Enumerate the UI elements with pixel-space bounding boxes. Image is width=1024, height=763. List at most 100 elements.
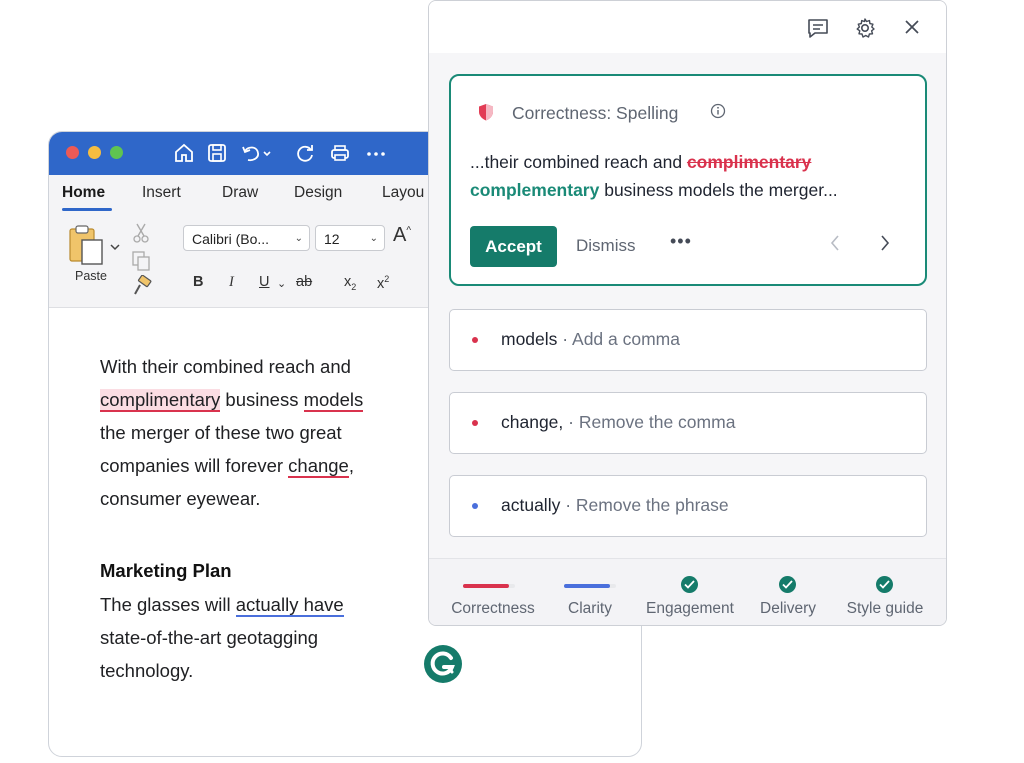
font-name-select[interactable]: Calibri (Bo... ⌄: [183, 225, 310, 251]
metric-style-guide[interactable]: Style guide: [835, 559, 935, 625]
format-painter-icon[interactable]: [131, 274, 153, 302]
suggestion-word: actually: [501, 495, 561, 515]
wrong-word: complimentary: [686, 152, 812, 172]
metric-label: Delivery: [760, 600, 816, 617]
suggestion-card[interactable]: models · Add a comma: [449, 309, 927, 371]
doc-line: complimentary business models: [100, 383, 420, 416]
severity-dot: [472, 337, 478, 343]
more-options-button[interactable]: •••: [670, 231, 692, 252]
doc-line: consumer eyewear.: [100, 488, 261, 509]
more-actions-icon[interactable]: [365, 142, 387, 164]
font-size-value: 12: [324, 231, 340, 247]
tab-draw[interactable]: Draw: [222, 184, 258, 202]
zoom-window-button[interactable]: [110, 146, 123, 159]
suggestion-summary: change, · Remove the comma: [501, 412, 735, 433]
bold-button[interactable]: B: [193, 274, 203, 290]
suggestion-word: change,: [501, 412, 564, 432]
dismiss-button[interactable]: Dismiss: [576, 236, 636, 256]
gear-icon[interactable]: [854, 17, 876, 44]
context-text: ...their combined reach and: [470, 152, 687, 172]
subscript-button[interactable]: x2: [344, 274, 356, 292]
grammarly-logo-icon[interactable]: [424, 645, 462, 683]
punctuation-error-underline[interactable]: change: [288, 455, 349, 478]
tab-home[interactable]: Home: [62, 184, 105, 202]
doc-text-run: companies will forever: [100, 455, 289, 476]
strikethrough-button[interactable]: ab: [296, 274, 312, 290]
metric-label: Style guide: [846, 600, 924, 617]
severity-dot: [472, 420, 478, 426]
print-icon[interactable]: [329, 142, 351, 164]
tab-insert[interactable]: Insert: [142, 184, 181, 202]
chevron-down-icon[interactable]: ⌄: [277, 277, 286, 290]
doc-line: the merger of these two great: [100, 422, 342, 443]
chevron-left-icon[interactable]: [829, 234, 841, 257]
minimize-window-button[interactable]: [88, 146, 101, 159]
tab-layout[interactable]: Layou: [382, 184, 424, 202]
suggestion-category: Correctness: Spelling: [512, 103, 679, 123]
corrected-word[interactable]: complementary: [470, 180, 599, 200]
suggestion-action: Remove the phrase: [575, 495, 729, 515]
cut-icon[interactable]: [133, 222, 149, 249]
metric-label: Correctness: [451, 600, 535, 617]
metric-engagement[interactable]: Engagement: [640, 559, 740, 625]
font-name-value: Calibri (Bo...: [192, 231, 270, 247]
close-icon[interactable]: [904, 19, 920, 40]
doc-text-run: The glasses will: [100, 594, 236, 615]
accept-button[interactable]: Accept: [470, 226, 557, 267]
suggestion-action: Remove the comma: [578, 412, 736, 432]
tab-design[interactable]: Design: [294, 184, 342, 202]
spelling-error-highlight[interactable]: complimentary: [100, 389, 221, 412]
paste-icon[interactable]: [67, 223, 125, 273]
suggestion-context-line: ...their combined reach and complimentar…: [470, 152, 811, 173]
chevron-down-icon: ⌄: [294, 233, 303, 244]
suggestion-summary: actually · Remove the phrase: [501, 495, 729, 516]
paste-label: Paste: [75, 269, 107, 283]
document-paragraph-1[interactable]: With their combined reach and compliment…: [100, 350, 420, 515]
save-icon[interactable]: [206, 142, 228, 164]
clarity-issue-underline[interactable]: actually have: [235, 594, 344, 617]
context-text: business models the merger...: [599, 180, 838, 200]
home-icon[interactable]: [173, 142, 195, 164]
metric-delivery[interactable]: Delivery: [738, 559, 838, 625]
check-icon: [681, 576, 698, 593]
punctuation-error-underline[interactable]: models: [303, 389, 364, 412]
score-bar: Correctness Clarity Engagement Delivery …: [429, 558, 946, 625]
redo-icon[interactable]: [294, 142, 316, 164]
doc-line: The glasses will actually have: [100, 588, 420, 621]
correctness-shield-icon: [478, 103, 494, 126]
doc-line: companies will forever change,: [100, 449, 420, 482]
superscript-button[interactable]: x2: [377, 274, 389, 292]
grammarly-panel: Correctness: Spelling ...their combined …: [428, 0, 947, 626]
separator: ·: [563, 412, 579, 432]
active-suggestion-card[interactable]: Correctness: Spelling ...their combined …: [449, 74, 927, 286]
underline-button[interactable]: U: [259, 274, 269, 290]
check-icon: [779, 576, 796, 593]
chevron-right-icon[interactable]: [879, 234, 891, 257]
metric-label: Clarity: [568, 600, 612, 617]
suggestion-summary: models · Add a comma: [501, 329, 680, 350]
undo-icon[interactable]: [240, 142, 274, 164]
metric-clarity[interactable]: Clarity: [540, 559, 640, 625]
doc-heading[interactable]: Marketing Plan: [100, 560, 232, 582]
grow-font-button[interactable]: A^: [393, 224, 411, 247]
suggestion-card[interactable]: change, · Remove the comma: [449, 392, 927, 454]
suggestion-card[interactable]: actually · Remove the phrase: [449, 475, 927, 537]
doc-text-run: business: [220, 389, 304, 410]
check-icon: [876, 576, 893, 593]
grow-font-label: A: [393, 224, 407, 246]
separator: ·: [560, 495, 576, 515]
active-tab-indicator: [62, 208, 112, 211]
correctness-progress: [463, 584, 509, 588]
close-window-button[interactable]: [66, 146, 79, 159]
feedback-icon[interactable]: [806, 17, 830, 44]
italic-button[interactable]: I: [229, 274, 234, 291]
doc-line: state-of-the-art geotagging: [100, 627, 319, 648]
severity-dot: [472, 503, 478, 509]
metric-label: Engagement: [646, 600, 734, 617]
copy-icon[interactable]: [131, 250, 151, 277]
metric-correctness[interactable]: Correctness: [443, 559, 543, 625]
panel-header: [429, 1, 946, 53]
font-size-select[interactable]: 12 ⌄: [315, 225, 385, 251]
info-icon[interactable]: [710, 103, 726, 124]
document-paragraph-2[interactable]: The glasses will actually have state-of-…: [100, 588, 420, 687]
